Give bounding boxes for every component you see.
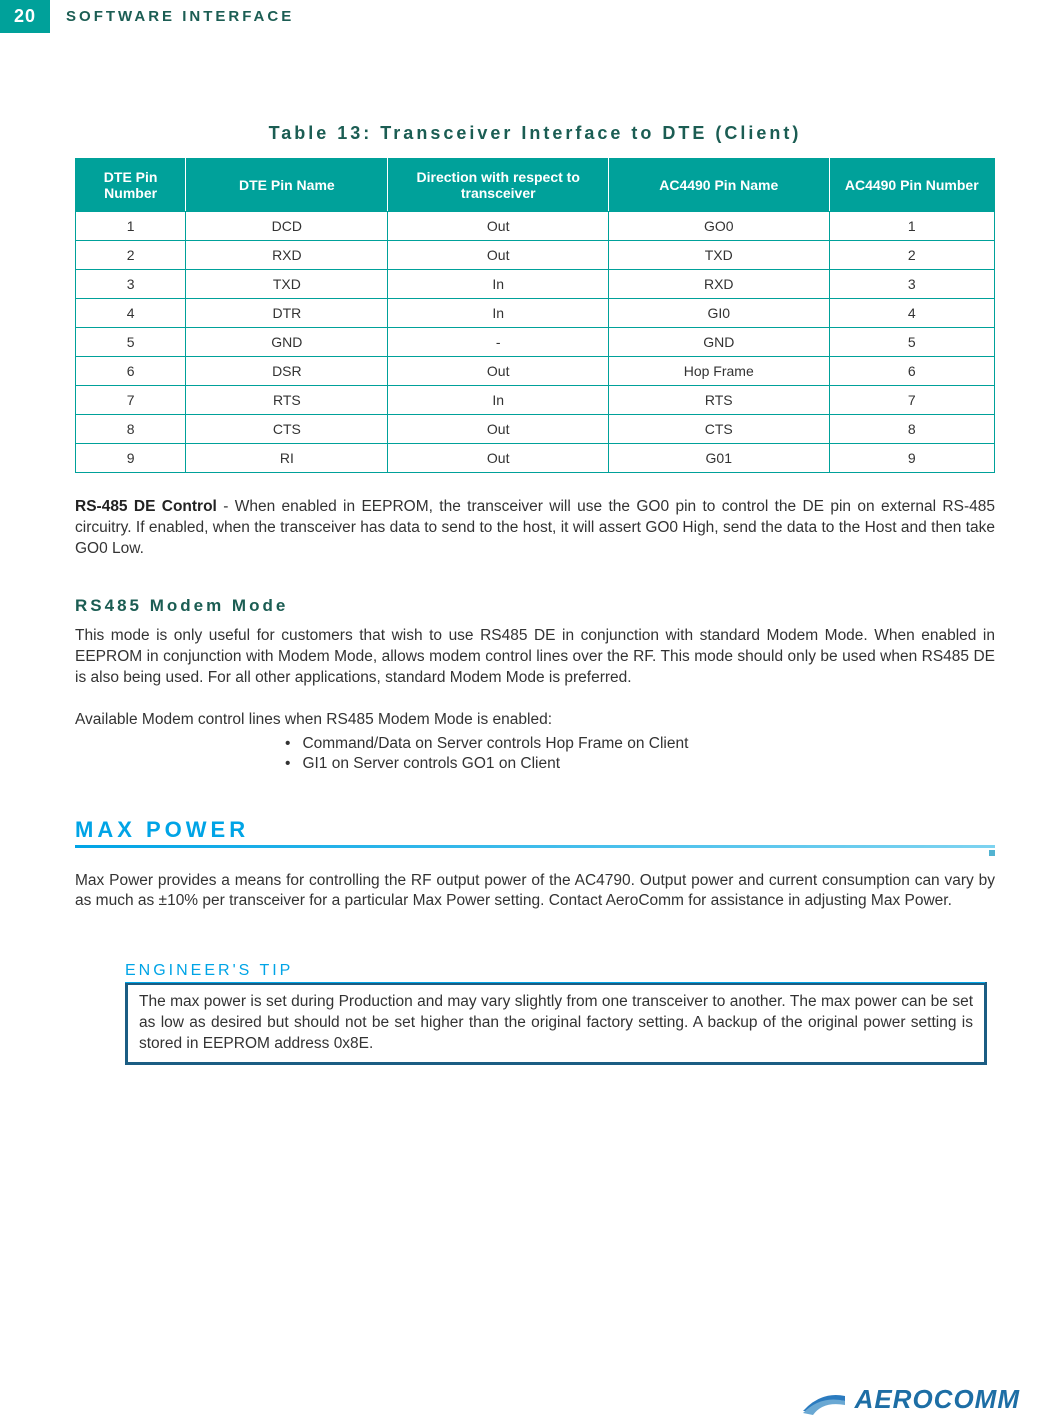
table-cell: Out: [388, 212, 609, 241]
table-cell: 8: [76, 415, 186, 444]
table-cell: 7: [76, 386, 186, 415]
table-cell: GI0: [608, 299, 829, 328]
table-cell: -: [388, 328, 609, 357]
table-cell: 6: [829, 357, 994, 386]
table-cell: 2: [829, 241, 994, 270]
table-row: 7RTSInRTS7: [76, 386, 995, 415]
modem-control-lines-list: Command/Data on Server controls Hop Fram…: [285, 735, 995, 773]
table-cell: RXD: [608, 270, 829, 299]
table-row: 2RXDOutTXD2: [76, 241, 995, 270]
table-cell: 5: [829, 328, 994, 357]
engineers-tip-box: The max power is set during Production a…: [125, 982, 987, 1065]
table-cell: CTS: [186, 415, 388, 444]
table-cell: RXD: [186, 241, 388, 270]
brand-logo-text: AEROCOMM: [855, 1384, 1020, 1415]
page-header: 20 SOFTWARE INTERFACE: [0, 0, 1050, 33]
col-header-ac4490-pin-name: AC4490 Pin Name: [608, 159, 829, 212]
table-row: 8CTSOutCTS8: [76, 415, 995, 444]
rs485-de-control-paragraph: RS-485 DE Control - When enabled in EEPR…: [75, 497, 995, 560]
table-cell: Out: [388, 415, 609, 444]
col-header-dte-pin-number: DTE Pin Number: [76, 159, 186, 212]
table-cell: Out: [388, 357, 609, 386]
table-cell: 5: [76, 328, 186, 357]
table-row: 1DCDOutGO01: [76, 212, 995, 241]
table-row: 4DTRInGI04: [76, 299, 995, 328]
table-cell: GND: [186, 328, 388, 357]
table-cell: 1: [829, 212, 994, 241]
table-cell: TXD: [186, 270, 388, 299]
table-cell: 7: [829, 386, 994, 415]
list-item: Command/Data on Server controls Hop Fram…: [285, 735, 995, 753]
max-power-paragraph: Max Power provides a means for controlli…: [75, 871, 995, 913]
table-cell: TXD: [608, 241, 829, 270]
rs485-de-control-term: RS-485 DE Control: [75, 498, 217, 515]
brand-logo: AEROCOMM: [801, 1381, 1020, 1417]
col-header-direction: Direction with respect to transceiver: [388, 159, 609, 212]
swoosh-icon: [801, 1381, 847, 1417]
engineers-tip-heading: ENGINEER'S TIP: [125, 962, 985, 983]
table-cell: G01: [608, 444, 829, 473]
table-cell: 9: [829, 444, 994, 473]
table-cell: RTS: [186, 386, 388, 415]
page-number-tab: 20: [0, 0, 50, 33]
table-cell: GO0: [608, 212, 829, 241]
table-cell: In: [388, 299, 609, 328]
rs485-modem-mode-heading: RS485 Modem Mode: [75, 596, 995, 616]
table-cell: 2: [76, 241, 186, 270]
table-cell: 1: [76, 212, 186, 241]
table-cell: 4: [829, 299, 994, 328]
table-row: 3TXDInRXD3: [76, 270, 995, 299]
table-cell: 3: [829, 270, 994, 299]
col-header-dte-pin-name: DTE Pin Name: [186, 159, 388, 212]
table-cell: 4: [76, 299, 186, 328]
heading-underline: [75, 845, 995, 855]
table-cell: GND: [608, 328, 829, 357]
table-cell: RI: [186, 444, 388, 473]
rs485-modem-mode-paragraph: This mode is only useful for customers t…: [75, 626, 995, 689]
modem-control-lines-intro: Available Modem control lines when RS485…: [75, 711, 995, 729]
table-cell: Out: [388, 444, 609, 473]
table-cell: In: [388, 386, 609, 415]
list-item: GI1 on Server controls GO1 on Client: [285, 755, 995, 773]
transceiver-interface-table: DTE Pin Number DTE Pin Name Direction wi…: [75, 158, 995, 473]
table-cell: DTR: [186, 299, 388, 328]
table-cell: CTS: [608, 415, 829, 444]
table-cell: Hop Frame: [608, 357, 829, 386]
table-row: 6DSROutHop Frame6: [76, 357, 995, 386]
section-header: SOFTWARE INTERFACE: [66, 8, 294, 25]
table-cell: Out: [388, 241, 609, 270]
table-row: 5GND-GND5: [76, 328, 995, 357]
table-cell: 6: [76, 357, 186, 386]
table-cell: 3: [76, 270, 186, 299]
table-cell: In: [388, 270, 609, 299]
table-title: Table 13: Transceiver Interface to DTE (…: [75, 123, 995, 144]
max-power-heading: MAX POWER: [75, 817, 995, 843]
table-cell: 9: [76, 444, 186, 473]
table-row: 9RIOutG019: [76, 444, 995, 473]
table-cell: DSR: [186, 357, 388, 386]
table-cell: 8: [829, 415, 994, 444]
col-header-ac4490-pin-number: AC4490 Pin Number: [829, 159, 994, 212]
engineers-tip-text: The max power is set during Production a…: [128, 985, 984, 1062]
table-cell: DCD: [186, 212, 388, 241]
table-cell: RTS: [608, 386, 829, 415]
